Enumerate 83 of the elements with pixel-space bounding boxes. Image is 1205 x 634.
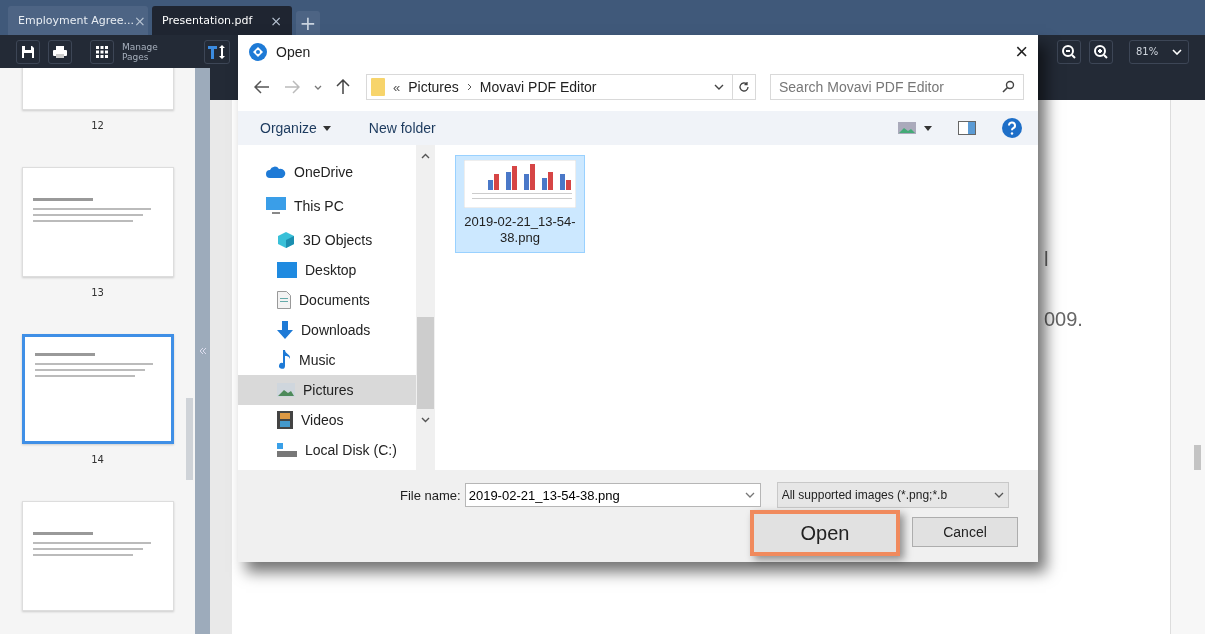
document-tab[interactable]: Employment Agree...× <box>8 6 148 35</box>
document-icon <box>277 291 291 309</box>
highlighted-button[interactable]: Open <box>750 510 900 556</box>
scroll-down-icon[interactable] <box>421 417 430 423</box>
breadcrumb-item[interactable]: Pictures <box>408 79 459 95</box>
desktop-icon <box>277 262 297 278</box>
document-text: 009. <box>1044 308 1084 332</box>
tab-label: Presentation.pdf <box>162 14 253 27</box>
nav-item[interactable]: Local Disk (C:) <box>238 435 416 465</box>
scrollbar-thumb[interactable] <box>417 317 434 409</box>
new-folder-button[interactable]: New folder <box>368 120 436 136</box>
nav-item[interactable]: 3D Objects <box>238 225 416 255</box>
zoom-dropdown[interactable]: 81% <box>1129 39 1189 64</box>
file-item[interactable]: 2019-02-21_13-54-38.png <box>455 155 585 253</box>
printer-icon <box>52 43 68 60</box>
text-height-icon <box>207 43 227 60</box>
chevron-down-icon <box>1172 48 1182 55</box>
scrollbar-thumb[interactable] <box>1194 445 1201 470</box>
breadcrumb-item[interactable]: Movavi PDF Editor <box>479 79 597 95</box>
manage-pages-button[interactable] <box>90 39 114 64</box>
chevron-down-icon[interactable] <box>714 84 724 90</box>
help-icon[interactable] <box>1002 118 1022 138</box>
computer-icon <box>266 197 286 215</box>
download-arrow-icon <box>277 321 293 339</box>
tab-label: Employment Agree... <box>18 14 135 27</box>
dialog-title: Open <box>276 43 311 60</box>
search-field[interactable]: Search Movavi PDF Editor <box>770 74 1024 100</box>
manage-pages-label: Manage Pages <box>122 41 159 62</box>
back-arrow-icon[interactable] <box>254 80 270 94</box>
nav-item[interactable]: Desktop <box>238 255 416 285</box>
page-number: 13 <box>91 287 104 300</box>
close-tab-button[interactable]: × <box>270 12 282 29</box>
zoom-in-icon <box>1093 43 1109 60</box>
search-icon <box>1002 80 1015 93</box>
refresh-icon <box>738 81 750 93</box>
music-note-icon <box>277 350 291 370</box>
address-bar[interactable]: « Pictures Movavi PDF Editor <box>366 74 756 100</box>
scroll-up-icon[interactable] <box>421 153 430 159</box>
nav-item[interactable]: Downloads <box>238 315 416 345</box>
overflow-indicator[interactable]: « <box>393 79 401 95</box>
nav-item[interactable]: Videos <box>238 405 416 435</box>
file-type-dropdown[interactable]: All supported images (*.png;*.b <box>776 482 1009 508</box>
file-name-field[interactable]: 2019-02-21_13-54-38.png <box>464 483 761 507</box>
disk-drive-icon <box>277 443 297 457</box>
chevron-down-icon[interactable] <box>314 84 322 90</box>
folder-icon <box>371 78 385 96</box>
picture-icon <box>277 383 295 397</box>
page-number: 12 <box>91 120 104 133</box>
zoom-out-icon <box>1061 43 1077 60</box>
zoom-out-button[interactable] <box>1057 39 1081 64</box>
page-number: 14 <box>91 454 104 467</box>
nav-item[interactable]: Pictures <box>238 375 416 405</box>
up-arrow-icon[interactable] <box>336 79 350 95</box>
dialog-button[interactable]: Cancel <box>912 517 1018 547</box>
text-tool-button[interactable] <box>204 39 230 64</box>
nav-item[interactable]: OneDrive <box>238 157 416 187</box>
save-button[interactable] <box>16 39 40 64</box>
file-name-label: File name: <box>400 487 461 503</box>
caret-icon <box>322 125 331 131</box>
close-tab-button[interactable]: × <box>134 12 146 29</box>
organize-menu[interactable]: Organize <box>260 120 331 136</box>
chevron-down-icon <box>993 492 1004 498</box>
scrollbar-thumb[interactable] <box>186 398 193 480</box>
document-tab[interactable]: Presentation.pdf × <box>152 6 292 35</box>
caret-icon[interactable] <box>924 125 932 131</box>
preview-pane-icon[interactable] <box>958 121 976 135</box>
nav-item[interactable]: Music <box>238 345 416 375</box>
film-icon <box>277 411 293 429</box>
chevron-down-icon[interactable] <box>744 492 755 498</box>
chevron-right-icon <box>466 83 472 91</box>
zoom-in-button[interactable] <box>1089 39 1113 64</box>
cube-icon <box>277 231 295 249</box>
page-thumbnail[interactable] <box>21 334 174 444</box>
document-text: l <box>1044 248 1050 272</box>
nav-item[interactable]: This PC <box>238 191 416 221</box>
app-icon <box>248 41 268 62</box>
new-tab-button[interactable]: + <box>296 11 320 35</box>
cloud-icon <box>266 166 286 178</box>
close-button[interactable]: × <box>1015 38 1028 65</box>
grid-icon <box>94 43 110 60</box>
nav-item[interactable]: Documents <box>238 285 416 315</box>
print-button[interactable] <box>48 39 72 64</box>
collapse-icon <box>198 348 207 354</box>
